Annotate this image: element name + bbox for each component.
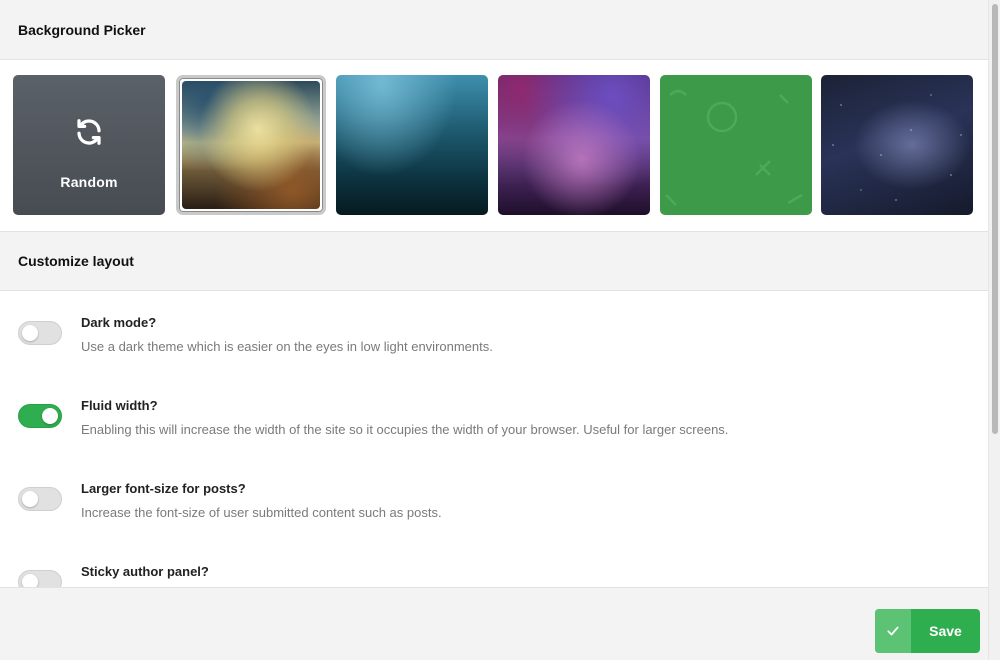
save-button[interactable]: Save xyxy=(875,609,980,653)
background-picker-title: Background Picker xyxy=(18,21,146,38)
setting-title: Dark mode? xyxy=(81,315,157,330)
background-tile-green-pattern[interactable] xyxy=(660,75,812,215)
footer-bar: Save xyxy=(0,587,988,660)
background-tile-milky-way[interactable] xyxy=(821,75,973,215)
stars-overlay xyxy=(821,75,973,215)
setting-title: Sticky author panel? xyxy=(81,564,209,579)
pattern-icon xyxy=(665,89,803,206)
toggle-knob xyxy=(22,574,38,587)
fluid-width-toggle[interactable] xyxy=(18,404,62,428)
settings-list: Dark mode? Use a dark theme which is eas… xyxy=(0,292,988,587)
setting-description: Increase the font-size of user submitted… xyxy=(81,505,442,520)
sticky-author-toggle[interactable] xyxy=(18,570,62,587)
larger-font-toggle[interactable] xyxy=(18,487,62,511)
setting-description: Enabling this will increase the width of… xyxy=(81,422,729,437)
dark-mode-toggle[interactable] xyxy=(18,321,62,345)
toggle-knob xyxy=(22,325,38,341)
setting-title: Fluid width? xyxy=(81,398,158,413)
customize-layout-title: Customize layout xyxy=(18,253,134,269)
background-picker-header: Background Picker xyxy=(0,0,988,60)
toggle-knob xyxy=(22,491,38,507)
setting-title: Larger font-size for posts? xyxy=(81,481,246,496)
setting-description: Use a dark theme which is easier on the … xyxy=(81,339,493,354)
save-label: Save xyxy=(929,623,962,639)
background-tile-blurred-landscape[interactable] xyxy=(176,75,326,215)
background-tiles-row: Random xyxy=(0,60,988,231)
scrollbar[interactable] xyxy=(988,0,1000,660)
background-tile-purple-gradient[interactable] xyxy=(498,75,650,215)
customize-layout-header: Customize layout xyxy=(0,231,988,291)
toggle-knob xyxy=(42,408,58,424)
background-thumbnail xyxy=(182,81,320,209)
background-tile-teal-gradient[interactable] xyxy=(336,75,488,215)
refresh-icon xyxy=(74,117,104,152)
scrollbar-thumb[interactable] xyxy=(992,4,998,434)
background-tile-random[interactable]: Random xyxy=(13,75,165,215)
random-label: Random xyxy=(60,173,118,190)
check-icon xyxy=(875,609,911,653)
